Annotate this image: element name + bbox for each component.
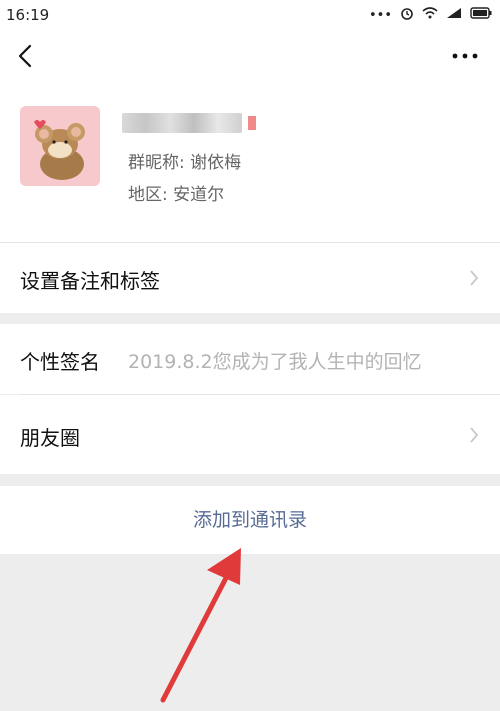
annotation-arrow (160, 548, 241, 703)
